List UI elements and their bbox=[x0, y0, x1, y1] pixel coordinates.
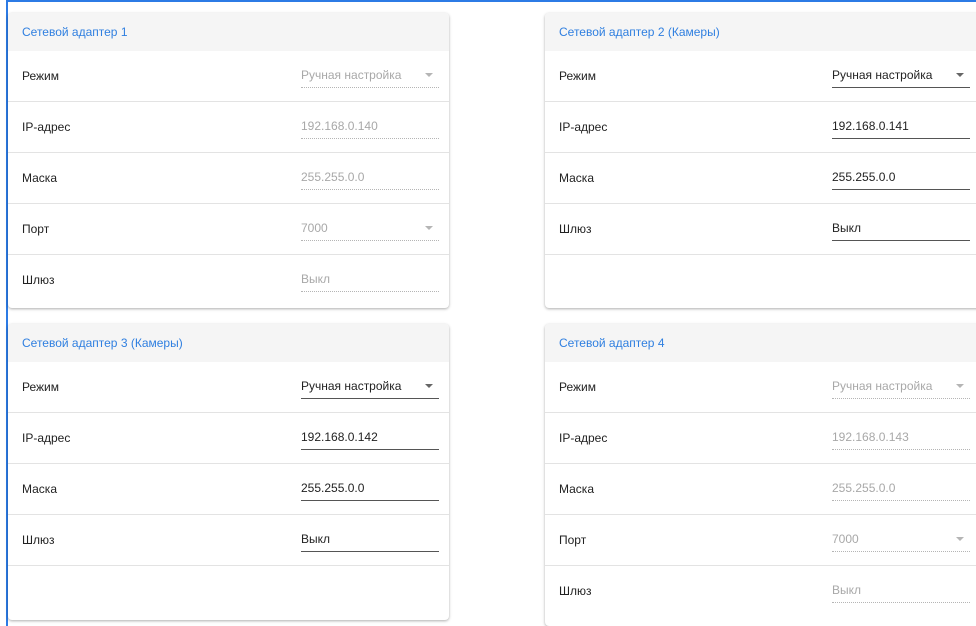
gateway-label: Шлюз bbox=[559, 222, 592, 236]
gateway-label: Шлюз bbox=[22, 533, 55, 547]
adapter-card-title: Сетевой адаптер 1 bbox=[8, 13, 449, 51]
port-select: 7000 bbox=[832, 528, 970, 552]
gateway-label: Шлюз bbox=[22, 273, 55, 287]
ip-address-label: IP-адрес bbox=[22, 120, 71, 134]
mask-label: Маска bbox=[559, 482, 594, 496]
mask-label: Маска bbox=[22, 171, 57, 185]
gateway-input[interactable]: Выкл bbox=[301, 528, 439, 552]
mode-label: Режим bbox=[22, 380, 59, 394]
mask-input[interactable]: 255.255.0.0 bbox=[832, 166, 970, 190]
setting-row-mask: Маска 255.255.0.0 bbox=[8, 153, 449, 204]
mask-input[interactable]: 255.255.0.0 bbox=[301, 477, 439, 501]
setting-row-ip-address: IP-адрес 192.168.0.142 bbox=[8, 413, 449, 464]
adapter-card-title: Сетевой адаптер 2 (Камеры) bbox=[545, 13, 976, 51]
chevron-down-icon bbox=[956, 384, 964, 388]
ip-address-label: IP-адрес bbox=[559, 120, 608, 134]
network-settings-view: Сетевой адаптер 1 Режим Ручная настройка IP… bbox=[0, 0, 976, 626]
setting-row-port: Порт 7000 bbox=[8, 204, 449, 255]
port-select: 7000 bbox=[301, 217, 439, 241]
setting-row-ip-address: IP-адрес 192.168.0.140 bbox=[8, 102, 449, 153]
mode-value: Ручная настройка bbox=[832, 68, 933, 82]
ip-address-label: IP-адрес bbox=[22, 431, 71, 445]
chevron-down-icon bbox=[956, 537, 964, 541]
gateway-input: Выкл bbox=[301, 268, 439, 292]
gateway-value: Выкл bbox=[832, 583, 862, 597]
mask-value: 255.255.0.0 bbox=[301, 170, 365, 184]
setting-row-gateway: Шлюз Выкл bbox=[545, 566, 976, 617]
gateway-value: Выкл bbox=[832, 221, 862, 235]
port-value: 7000 bbox=[832, 532, 859, 546]
setting-row-ip-address: IP-адрес 192.168.0.141 bbox=[545, 102, 976, 153]
setting-row-mask: Маска 255.255.0.0 bbox=[545, 464, 976, 515]
gateway-input: Выкл bbox=[832, 579, 970, 603]
mode-label: Режим bbox=[559, 69, 596, 83]
mode-value: Ручная настройка bbox=[832, 379, 933, 393]
setting-row-ip-address: IP-адрес 192.168.0.143 bbox=[545, 413, 976, 464]
mode-select[interactable]: Ручная настройка bbox=[832, 64, 970, 88]
gateway-value: Выкл bbox=[301, 272, 331, 286]
chevron-down-icon bbox=[425, 226, 433, 230]
chevron-down-icon[interactable] bbox=[956, 73, 964, 77]
ip-address-input[interactable]: 192.168.0.142 bbox=[301, 426, 439, 450]
mask-input: 255.255.0.0 bbox=[832, 477, 970, 501]
setting-row-mode: Режим Ручная настройка bbox=[545, 51, 976, 102]
ip-address-input: 192.168.0.143 bbox=[832, 426, 970, 450]
port-value: 7000 bbox=[301, 221, 328, 235]
mode-select: Ручная настройка bbox=[832, 375, 970, 399]
setting-row-gateway: Шлюз Выкл bbox=[8, 515, 449, 566]
gateway-label: Шлюз bbox=[559, 584, 592, 598]
ip-address-value: 192.168.0.142 bbox=[301, 430, 378, 444]
setting-row-mode: Режим Ручная настройка bbox=[8, 362, 449, 413]
adapter-card-2: Сетевой адаптер 2 (Камеры) Режим Ручная на… bbox=[545, 13, 976, 308]
adapter-card-title: Сетевой адаптер 3 (Камеры) bbox=[8, 324, 449, 362]
mask-value: 255.255.0.0 bbox=[301, 481, 365, 495]
mask-value: 255.255.0.0 bbox=[832, 170, 896, 184]
port-label: Порт bbox=[22, 222, 50, 236]
mask-value: 255.255.0.0 bbox=[832, 481, 896, 495]
mask-label: Маска bbox=[559, 171, 594, 185]
mode-select[interactable]: Ручная настройка bbox=[301, 375, 439, 399]
focus-frame-top bbox=[6, 0, 976, 2]
gateway-value: Выкл bbox=[301, 532, 331, 546]
chevron-down-icon bbox=[425, 73, 433, 77]
gateway-input[interactable]: Выкл bbox=[832, 217, 970, 241]
setting-row-mode: Режим Ручная настройка bbox=[8, 51, 449, 102]
ip-address-label: IP-адрес bbox=[559, 431, 608, 445]
setting-row-port: Порт 7000 bbox=[545, 515, 976, 566]
adapter-card-1: Сетевой адаптер 1 Режим Ручная настройка IP… bbox=[8, 13, 449, 308]
adapter-card-title: Сетевой адаптер 4 bbox=[545, 324, 976, 362]
ip-address-value: 192.168.0.140 bbox=[301, 119, 378, 133]
setting-row-gateway: Шлюз Выкл bbox=[545, 204, 976, 255]
mode-label: Режим bbox=[559, 380, 596, 394]
ip-address-value: 192.168.0.143 bbox=[832, 430, 909, 444]
setting-row-mode: Режим Ручная настройка bbox=[545, 362, 976, 413]
adapter-card-4: Сетевой адаптер 4 Режим Ручная настройка IP… bbox=[545, 324, 976, 626]
setting-row-gateway: Шлюз Выкл bbox=[8, 255, 449, 306]
mode-select: Ручная настройка bbox=[301, 64, 439, 88]
chevron-down-icon[interactable] bbox=[425, 384, 433, 388]
ip-address-input[interactable]: 192.168.0.141 bbox=[832, 115, 970, 139]
setting-row-mask: Маска 255.255.0.0 bbox=[8, 464, 449, 515]
ip-address-value: 192.168.0.141 bbox=[832, 119, 909, 133]
ip-address-input: 192.168.0.140 bbox=[301, 115, 439, 139]
setting-row-mask: Маска 255.255.0.0 bbox=[545, 153, 976, 204]
mask-input: 255.255.0.0 bbox=[301, 166, 439, 190]
mode-value: Ручная настройка bbox=[301, 379, 402, 393]
mask-label: Маска bbox=[22, 482, 57, 496]
port-label: Порт bbox=[559, 533, 587, 547]
adapter-card-3: Сетевой адаптер 3 (Камеры) Режим Ручная на… bbox=[8, 324, 449, 620]
mode-label: Режим bbox=[22, 69, 59, 83]
mode-value: Ручная настройка bbox=[301, 68, 402, 82]
